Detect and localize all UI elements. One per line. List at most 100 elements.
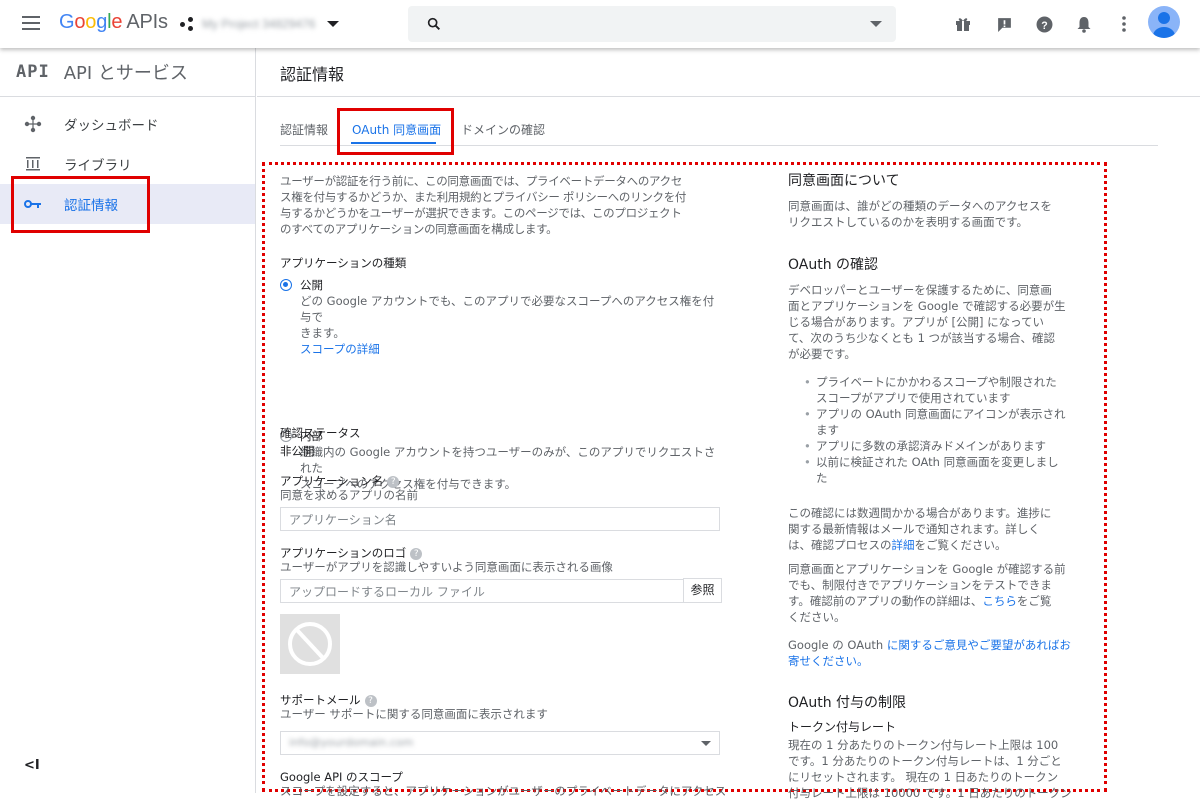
intro-line: のすべてのアプリケーションの同意画面を構成します。 bbox=[280, 222, 558, 236]
sidebar-item-label: ダッシュボード bbox=[64, 118, 159, 134]
search-bar[interactable] bbox=[408, 6, 896, 42]
logo-letter: o bbox=[85, 11, 97, 33]
text-line: て、次のうち少なくとも 1 つが該当する場合、確認 bbox=[788, 331, 1056, 345]
text-line: す。確認前のアプリの動作の詳細は、こちらをご覧 bbox=[788, 594, 1052, 608]
search-icon bbox=[427, 17, 440, 30]
radio-internal-desc: 組織内の Google アカウントを持つユーザーのみが、このアプリでリクエストさ… bbox=[300, 445, 716, 475]
token-rate-text: 現在の 1 分あたりのトークン付与レート上限は 100 です。1 分あたりのトー… bbox=[788, 737, 1088, 801]
google-apis-logo[interactable]: Google APIs bbox=[59, 11, 168, 34]
text-line: 関する最新情報はメールで通知されます。詳しく bbox=[788, 522, 1040, 536]
radio-public-title: 公開 bbox=[300, 278, 323, 292]
app-logo-label-text: アプリケーションのロゴ bbox=[280, 546, 407, 560]
verify-criteria-list: プライベートにかかわるスコープや制限されたスコープがアプリで使用されています ア… bbox=[788, 374, 1088, 486]
list-item: 以前に検証された OAth 同意画面を変更しました bbox=[788, 454, 1088, 486]
verify-duration-text: この確認には数週間かかる場合があります。進捗に 関する最新情報はメールで通知され… bbox=[788, 505, 1088, 553]
api-badge: API bbox=[16, 62, 50, 82]
top-app-bar: Google APIs My Project 34829476 ? bbox=[0, 0, 1200, 48]
text-line: リクエストしているのかを表明する画面です。 bbox=[788, 215, 1029, 229]
support-email-label-text: サポートメール bbox=[280, 693, 361, 707]
list-item: プライベートにかかわるスコープや制限されたスコープがアプリで使用されています bbox=[788, 374, 1088, 406]
support-email-select[interactable]: info@yourdomain.com bbox=[280, 731, 720, 755]
page-title: 認証情報 bbox=[280, 65, 345, 84]
app-logo-desc: ユーザーがアプリを認識しやすいよう同意画面に表示される画像 bbox=[280, 560, 613, 574]
about-consent-title: 同意画面について bbox=[788, 173, 900, 189]
text-line: 面とアプリケーションを Google で確認する必要が生 bbox=[788, 299, 1066, 313]
verify-status-value: 非公開 bbox=[280, 444, 315, 458]
oauth-verify-title: OAuth の確認 bbox=[788, 257, 879, 273]
scope-details-link[interactable]: スコープの詳細 bbox=[300, 341, 725, 357]
intro-line: ユーザーが認証を行う前に、この同意画面では、プライベートデータへのアクセ bbox=[280, 174, 683, 188]
sidebar-item-dashboard[interactable]: ダッシュボード bbox=[0, 104, 255, 144]
list-item: アプリの OAuth 同意画面にアイコンが表示されます bbox=[788, 406, 1088, 438]
text-line: が必要です。 bbox=[788, 347, 856, 361]
logo-placeholder bbox=[280, 614, 340, 674]
support-email-desc: ユーザー サポートに関する同意画面に表示されます bbox=[280, 707, 548, 721]
text-line: この確認には数週間かかる場合があります。進捗に bbox=[788, 506, 1052, 520]
app-name-desc: 同意を求めるアプリの名前 bbox=[280, 488, 418, 502]
tab-credentials[interactable]: 認証情報 bbox=[280, 121, 328, 138]
highlight-box-oauth-tab bbox=[337, 108, 454, 155]
feedback-icon[interactable] bbox=[993, 13, 1015, 35]
browse-button[interactable]: 参照 bbox=[683, 578, 722, 603]
oauth-limits-title: OAuth 付与の制限 bbox=[788, 695, 907, 711]
app-name-label-text: アプリケーション名 bbox=[280, 474, 384, 488]
search-dropdown-icon[interactable] bbox=[870, 21, 882, 27]
feedback-link[interactable]: 寄せください。 bbox=[788, 653, 1088, 669]
list-item: アプリに多数の承認済みドメインがあります bbox=[788, 438, 1088, 454]
logo-suffix: APIs bbox=[126, 11, 168, 33]
oauth-verify-text: デベロッパーとユーザーを保護するために、同意画 面とアプリケーションを Goog… bbox=[788, 282, 1088, 362]
text-line: ください。 bbox=[788, 610, 846, 624]
text-line: 現在の 1 分あたりのトークン付与レート上限は 100 bbox=[788, 738, 1059, 752]
radio-public[interactable]: 公開 どの Google アカウントでも、このアプリで必要なスコープへのアクセス… bbox=[280, 277, 725, 357]
svg-text:?: ? bbox=[1041, 19, 1047, 31]
library-icon bbox=[23, 157, 43, 171]
verify-process-details-link[interactable]: 詳細 bbox=[892, 538, 915, 552]
logo-file-input[interactable]: アップロードするローカル ファイル bbox=[280, 579, 684, 603]
radio-public-input[interactable] bbox=[280, 279, 292, 291]
no-image-icon bbox=[288, 622, 332, 666]
chevron-down-icon bbox=[327, 21, 340, 27]
project-name: My Project 34829476 bbox=[202, 17, 316, 31]
verify-status-label: 確認ステータス bbox=[280, 426, 361, 440]
logo-letter: e bbox=[111, 11, 123, 33]
radio-internal-title: 内部 bbox=[300, 429, 323, 443]
feedback-link[interactable]: に関するご意見やご要望があればお bbox=[887, 638, 1071, 652]
sidebar-title: API とサービス bbox=[63, 63, 188, 84]
app-type-label: アプリケーションの種類 bbox=[280, 256, 407, 270]
logo-letter: g bbox=[96, 11, 108, 33]
notifications-icon[interactable] bbox=[1073, 13, 1095, 35]
support-email-value: info@yourdomain.com bbox=[289, 736, 414, 749]
page-header: 認証情報 bbox=[257, 48, 1200, 97]
logo-letter: o bbox=[74, 11, 86, 33]
main-menu-icon[interactable] bbox=[22, 16, 42, 32]
account-avatar[interactable] bbox=[1148, 6, 1180, 38]
more-vert-icon[interactable] bbox=[1113, 13, 1135, 35]
help-icon[interactable]: ? bbox=[1033, 13, 1055, 35]
radio-public-desc: どの Google アカウントでも、このアプリで必要なスコープへのアクセス権を付… bbox=[300, 294, 715, 324]
consent-intro: ユーザーが認証を行う前に、この同意画面では、プライベートデータへのアクセ ス権を… bbox=[280, 173, 720, 237]
text-line: 付与レート上限は 10000 です。1 日あたりのトークン bbox=[788, 786, 1072, 800]
text-line: デベロッパーとユーザーを保護するために、同意画 bbox=[788, 283, 1052, 297]
sidebar-header: API API とサービス bbox=[0, 48, 255, 97]
text-line: にリセットされます。 現在の 1 日あたりのトークン bbox=[788, 770, 1059, 784]
project-icon bbox=[180, 17, 194, 31]
tab-domain-verification[interactable]: ドメインの確認 bbox=[461, 121, 545, 138]
sidebar-item-label: ライブラリ bbox=[64, 158, 132, 174]
project-selector[interactable]: My Project 34829476 bbox=[180, 12, 340, 36]
test-before-verify-text: 同意画面とアプリケーションを Google が確認する前 でも、制限付きでアプリ… bbox=[788, 561, 1088, 625]
collapse-sidebar-icon[interactable]: <I bbox=[24, 758, 40, 773]
app-name-input[interactable]: アプリケーション名 bbox=[280, 507, 720, 531]
token-rate-title: トークン付与レート bbox=[788, 720, 897, 734]
highlight-box-credentials bbox=[11, 176, 150, 233]
person-icon bbox=[1153, 12, 1175, 38]
chevron-down-icon bbox=[701, 741, 711, 746]
gift-icon[interactable] bbox=[952, 13, 974, 35]
here-link[interactable]: こちら bbox=[982, 594, 1017, 608]
about-consent-text: 同意画面は、誰がどの種類のデータへのアクセスを リクエストしているのかを表明する… bbox=[788, 198, 1088, 230]
text-line: 同意画面とアプリケーションを Google が確認する前 bbox=[788, 562, 1066, 576]
text-line: じる場合があります。アプリが [公開] になってい bbox=[788, 315, 1045, 329]
intro-line: 与するかどうかをユーザーが選択できます。このページでは、このプロジェクト bbox=[280, 206, 682, 220]
text-line: は、確認プロセスの詳細をご覧ください。 bbox=[788, 538, 1007, 552]
logo-letter: G bbox=[59, 11, 75, 33]
intro-line: ス権を付与するかどうか、また利用規約とプライバシー ポリシーへのリンクを付 bbox=[280, 190, 687, 204]
